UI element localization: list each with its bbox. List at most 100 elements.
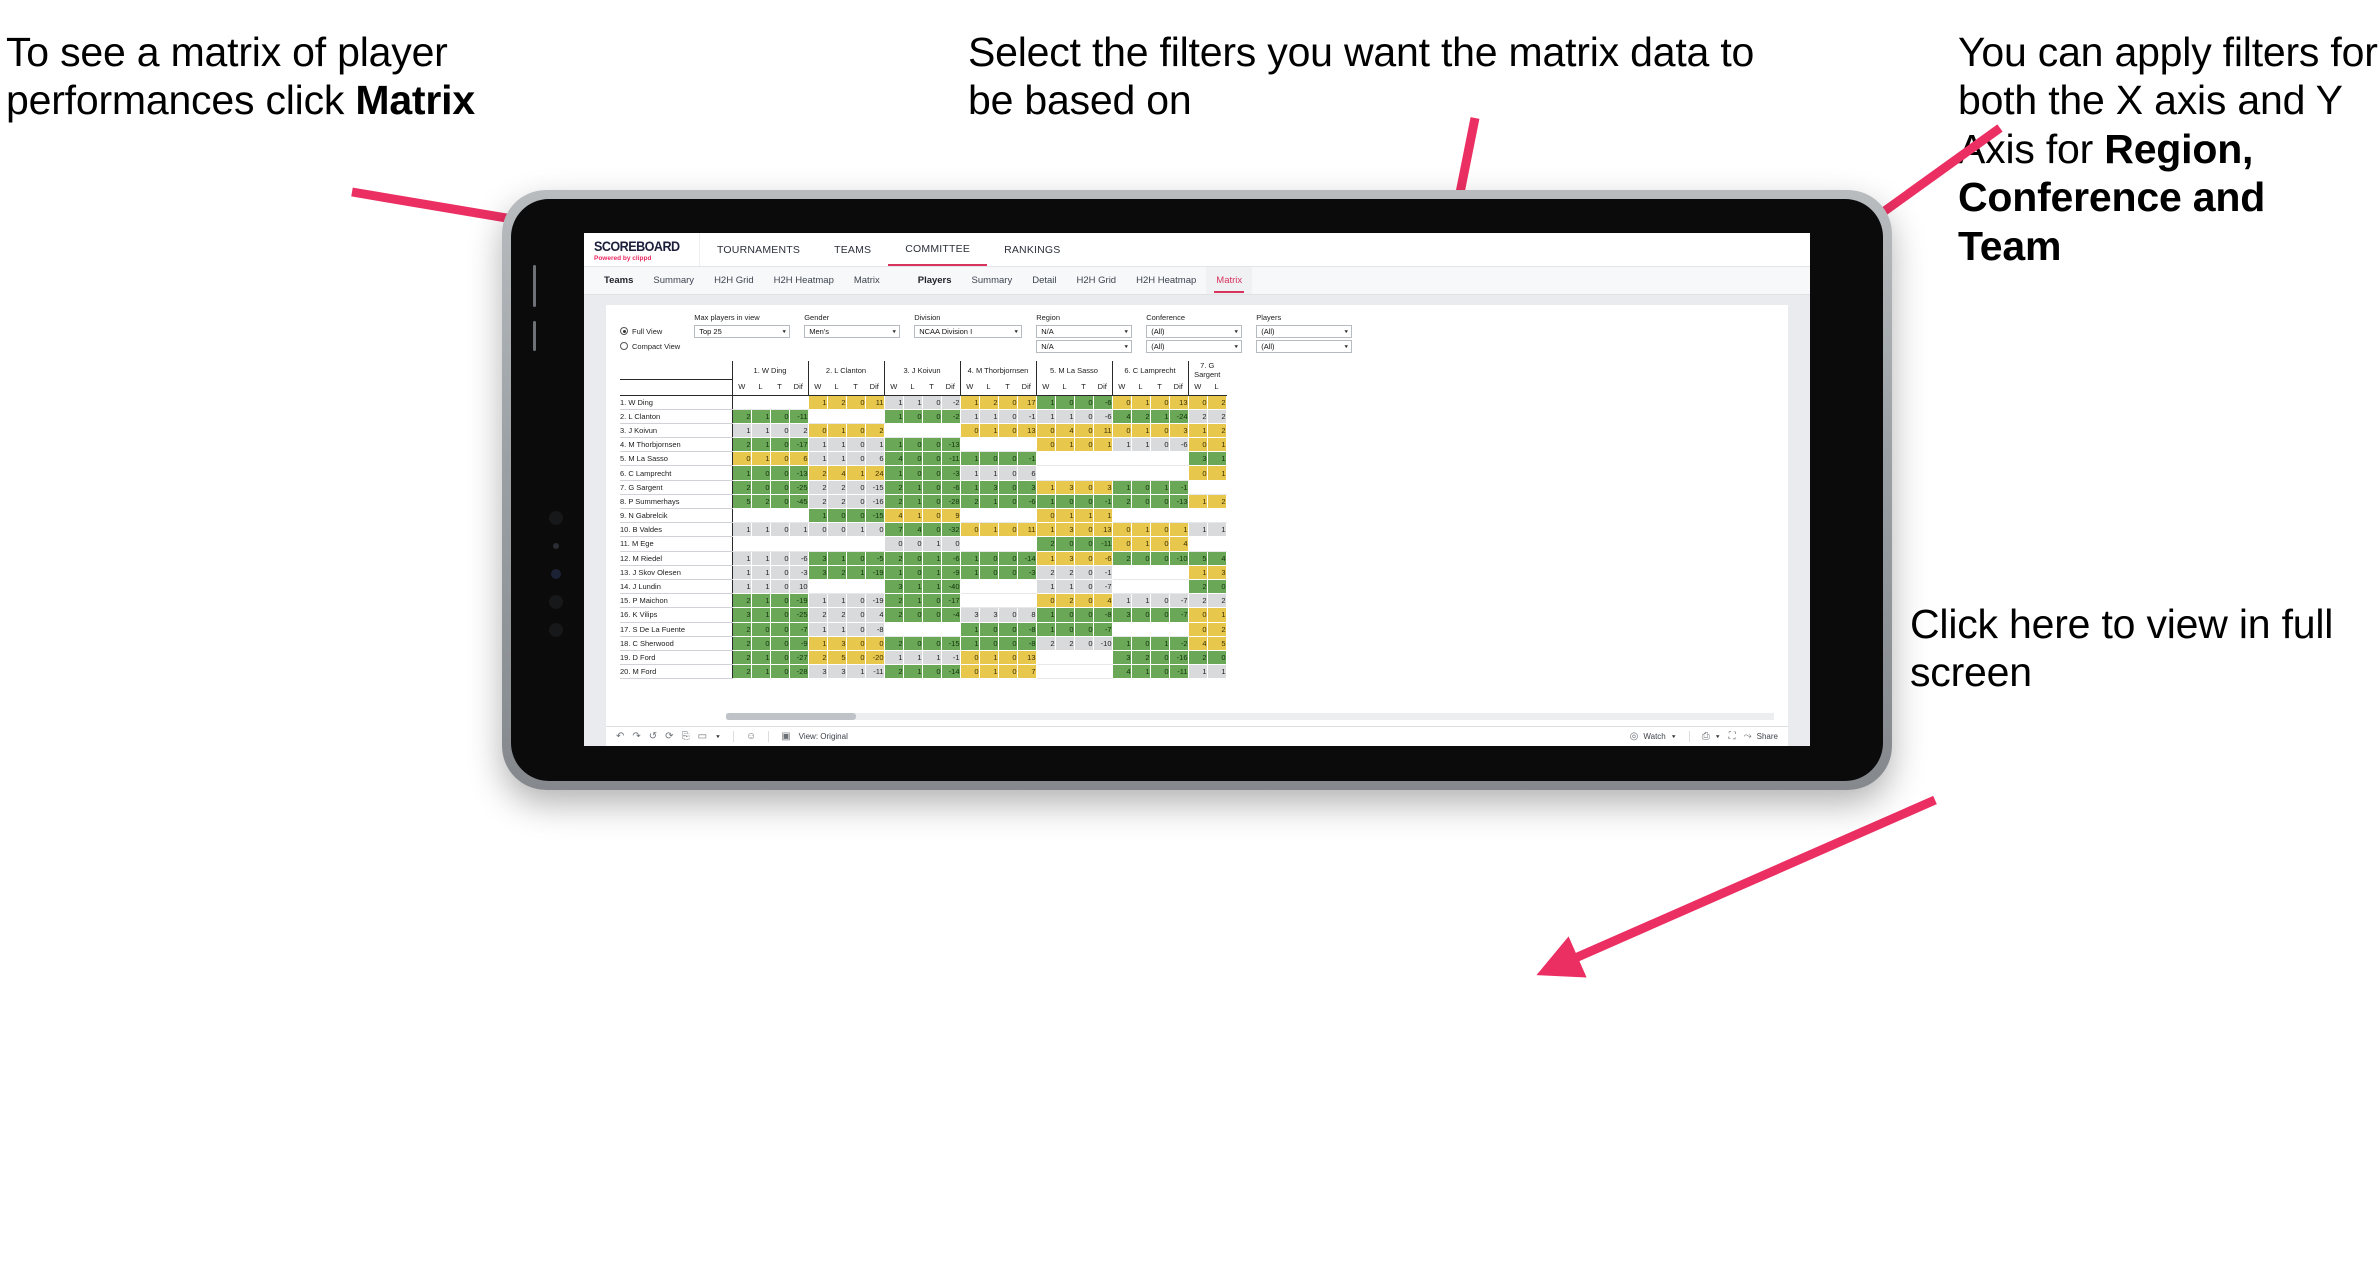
pause-auto-update-icon[interactable]: ⎘	[682, 731, 690, 742]
teams-tab-summary[interactable]: Summary	[643, 267, 704, 294]
matrix-cell[interactable]: 2	[1187, 593, 1208, 609]
matrix-cell[interactable]: 0	[846, 508, 866, 524]
matrix-cell[interactable]: 0	[1074, 636, 1094, 651]
matrix-cell[interactable]: 2	[807, 607, 828, 623]
matrix-cell[interactable]: 1	[751, 409, 771, 424]
matrix-cell[interactable]: 0	[998, 622, 1018, 637]
undo-icon[interactable]: ↶	[616, 731, 624, 742]
matrix-cell[interactable]: 3	[1207, 565, 1227, 580]
matrix-cell[interactable]	[1111, 622, 1132, 637]
matrix-cell[interactable]	[1035, 451, 1056, 467]
matrix-cell[interactable]: -19	[865, 593, 885, 609]
matrix-cell[interactable]: 0	[807, 522, 828, 538]
matrix-cell[interactable]: 24	[865, 465, 885, 481]
matrix-cell[interactable]: 2	[1207, 593, 1227, 609]
matrix-cell[interactable]: 0	[770, 423, 790, 439]
matrix-cell[interactable]: 1	[959, 465, 980, 481]
matrix-cell[interactable]: 0	[1111, 395, 1132, 410]
matrix-cell[interactable]: -1	[1017, 409, 1037, 424]
matrix-cell[interactable]: 0	[1187, 465, 1208, 481]
matrix-cell[interactable]: 1	[731, 565, 752, 580]
matrix-cell[interactable]: -6	[1093, 551, 1113, 566]
matrix-row[interactable]: 10. B Valdes 1 1 0 1 0 0 1 0 7 4 0 -32 0 1 0 11 1 3 0 13 0 1 0 1…	[620, 522, 1227, 538]
matrix-cell[interactable]: 0	[941, 536, 961, 552]
matrix-cell[interactable]	[998, 437, 1018, 453]
matrix-cell[interactable]	[883, 423, 904, 439]
matrix-cell[interactable]: 3	[959, 607, 980, 623]
matrix-cell[interactable]	[1035, 664, 1056, 680]
matrix-cell[interactable]: 1	[979, 650, 999, 666]
matrix-cell[interactable]: -3	[789, 565, 809, 580]
matrix-cell[interactable]: 0	[922, 465, 942, 481]
matrix-cell[interactable]	[827, 536, 847, 552]
matrix-cell[interactable]: 2	[1131, 409, 1151, 424]
matrix-cell[interactable]: -7	[1093, 622, 1113, 637]
matrix-cell[interactable]: 0	[1150, 551, 1170, 566]
matrix-cell[interactable]: 4	[865, 607, 885, 623]
matrix-cell[interactable]: 1	[807, 451, 828, 467]
matrix-cell[interactable]: 1	[751, 664, 771, 680]
fullscreen-icon[interactable]: ⛶	[1729, 731, 1736, 742]
matrix-cell[interactable]: 0	[1207, 650, 1227, 666]
matrix-cell[interactable]: 4	[1207, 551, 1227, 566]
matrix-cell[interactable]: 2	[1111, 494, 1132, 510]
matrix-cell[interactable]: 0	[846, 423, 866, 439]
matrix-cell[interactable]: 0	[903, 437, 923, 453]
alerts-icon[interactable]: ☺	[746, 731, 756, 742]
matrix-cell[interactable]: 1	[807, 395, 828, 410]
matrix-cell[interactable]: 0	[751, 636, 771, 651]
matrix-cell[interactable]: 1	[979, 522, 999, 538]
matrix-cell[interactable]	[959, 437, 980, 453]
matrix-cell[interactable]: 2	[959, 494, 980, 510]
matrix-cell[interactable]: 0	[1150, 664, 1170, 680]
matrix-cell[interactable]: 13	[1017, 650, 1037, 666]
matrix-cell[interactable]	[1017, 579, 1037, 595]
matrix-viewport[interactable]: 1. W Ding 2. L Clanton 3. J Koivun 4. M Tho…	[606, 361, 1788, 726]
matrix-row[interactable]: 17. S De La Fuente 2 0 0 -7 1 1 0 -8 1 0 0 -8 1 0 0 -7 0 2	[620, 622, 1227, 637]
matrix-cell[interactable]: 2	[1035, 536, 1056, 552]
matrix-cell[interactable]: 1	[751, 607, 771, 623]
top-nav-item-teams[interactable]: TEAMS	[817, 233, 888, 266]
matrix-cell[interactable]: 1	[922, 565, 942, 580]
matrix-cell[interactable]: 1	[827, 437, 847, 453]
share-button[interactable]: ⤳ Share	[1744, 731, 1778, 742]
matrix-cell[interactable]: 0	[998, 423, 1018, 439]
matrix-cell[interactable]	[903, 423, 923, 439]
matrix-cell[interactable]: 0	[903, 607, 923, 623]
matrix-cell[interactable]	[1017, 593, 1037, 609]
matrix-cell[interactable]: 0	[846, 480, 866, 495]
matrix-cell[interactable]: 3	[731, 607, 752, 623]
matrix-cell[interactable]: -25	[789, 480, 809, 495]
matrix-cell[interactable]: 0	[770, 607, 790, 623]
matrix-cell[interactable]	[998, 593, 1018, 609]
matrix-cell[interactable]: 2	[807, 494, 828, 510]
matrix-cell[interactable]: 0	[846, 551, 866, 566]
matrix-cell[interactable]	[1093, 664, 1113, 680]
matrix-cell[interactable]: -7	[789, 622, 809, 637]
matrix-cell[interactable]: 1	[1055, 508, 1075, 524]
matrix-cell[interactable]	[1131, 451, 1151, 467]
matrix-row[interactable]: 7. G Sargent 2 0 0 -25 2 2 0 -15 2 1 0 -6 1 3 0 3 1 3 0 3 1 0 1…	[620, 480, 1227, 495]
matrix-cell[interactable]: 2	[883, 664, 904, 680]
matrix-cell[interactable]	[789, 536, 809, 552]
matrix-cell[interactable]: 2	[731, 622, 752, 637]
players-tab-detail[interactable]: Detail	[1022, 267, 1066, 294]
matrix-cell[interactable]: 0	[959, 650, 980, 666]
radio-compact-view-icon[interactable]	[620, 342, 628, 350]
app-logo[interactable]: SCOREBOARD Powered by clippd	[584, 233, 700, 266]
matrix-cell[interactable]	[865, 579, 885, 595]
matrix-cell[interactable]: -10	[1093, 636, 1113, 651]
matrix-cell[interactable]	[959, 593, 980, 609]
radio-full-view-icon[interactable]	[620, 327, 628, 335]
matrix-cell[interactable]: 5	[731, 494, 752, 510]
players-select-y[interactable]: (All) ▼	[1256, 340, 1353, 353]
matrix-cell[interactable]: 1	[903, 395, 923, 410]
matrix-cell[interactable]: 0	[865, 636, 885, 651]
matrix-cell[interactable]: 1	[1111, 480, 1132, 495]
matrix-cell[interactable]: 1	[751, 451, 771, 467]
matrix-cell[interactable]: 0	[1074, 494, 1094, 510]
matrix-cell[interactable]: 0	[903, 551, 923, 566]
matrix-cell[interactable]	[846, 409, 866, 424]
matrix-cell[interactable]: -7	[1169, 593, 1189, 609]
matrix-cell[interactable]: -9	[941, 565, 961, 580]
